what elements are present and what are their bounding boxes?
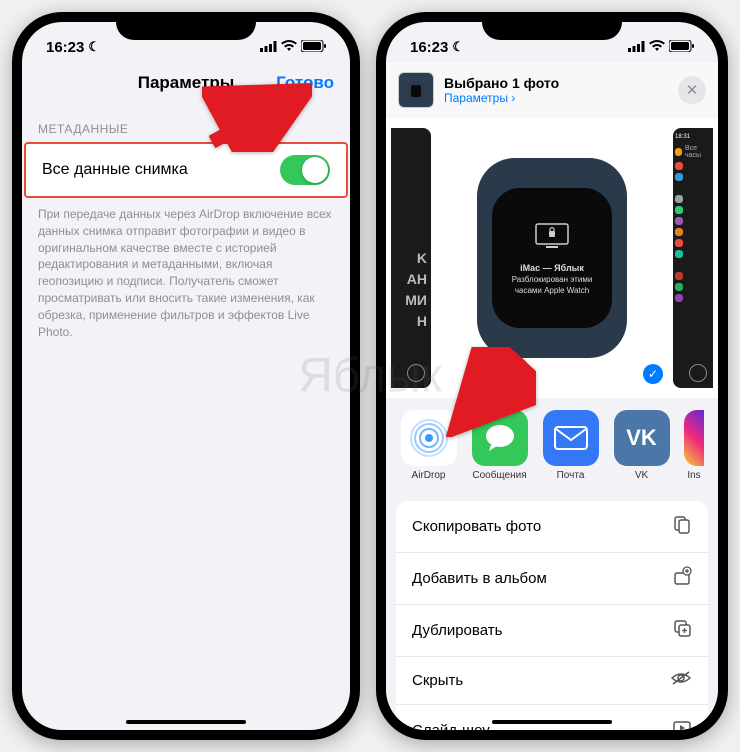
share-app-messages[interactable]: Сообщения bbox=[471, 410, 528, 481]
setting-description: При передаче данных через AirDrop включе… bbox=[22, 198, 350, 348]
share-app-vk[interactable]: VK VK bbox=[613, 410, 670, 481]
dnd-moon-icon: ☾ bbox=[452, 39, 464, 55]
app-label: Ins bbox=[687, 470, 700, 481]
lock-monitor-icon bbox=[534, 220, 570, 257]
home-indicator[interactable] bbox=[492, 720, 612, 724]
selection-circle-icon[interactable] bbox=[689, 364, 707, 382]
preview-item-next[interactable]: 18:31 Все часы bbox=[673, 128, 713, 388]
close-icon: ✕ bbox=[686, 81, 699, 99]
selection-circle-icon[interactable] bbox=[407, 364, 425, 382]
nav-bar: Параметры Готово bbox=[22, 62, 350, 104]
photo-preview-carousel[interactable]: K АН МИ Н iMac — Яблык Разблокирован эти… bbox=[386, 118, 718, 398]
status-time: 16:23 bbox=[46, 39, 84, 56]
instagram-icon bbox=[684, 410, 704, 466]
phone-frame-left: 16:23 ☾ Параметры Готово МЕТАДАННЫЕ Все bbox=[12, 12, 360, 740]
share-thumbnail bbox=[398, 72, 434, 108]
app-label: Сообщения bbox=[472, 470, 526, 481]
page-title: Параметры bbox=[138, 73, 235, 93]
action-label: Скрыть bbox=[412, 672, 463, 689]
dnd-moon-icon: ☾ bbox=[88, 39, 100, 55]
action-label: Скопировать фото bbox=[412, 518, 541, 535]
home-indicator[interactable] bbox=[126, 720, 246, 724]
watch-notification-text: Разблокирован этими часами Apple Watch bbox=[500, 275, 604, 296]
share-app-mail[interactable]: Почта bbox=[542, 410, 599, 481]
vk-icon: VK bbox=[614, 410, 670, 466]
action-slideshow[interactable]: Слайд-шоу bbox=[396, 705, 708, 730]
wifi-icon bbox=[649, 39, 665, 56]
app-label: AirDrop bbox=[412, 470, 446, 481]
share-header-title: Выбрано 1 фото bbox=[444, 75, 668, 91]
section-header-metadata: МЕТАДАННЫЕ bbox=[22, 104, 350, 142]
share-options-link[interactable]: Параметры › bbox=[444, 91, 668, 105]
eye-slash-icon bbox=[670, 670, 692, 691]
wifi-icon bbox=[281, 39, 297, 56]
preview-item-selected[interactable]: iMac — Яблык Разблокирован этими часами … bbox=[437, 128, 667, 388]
selected-check-icon[interactable]: ✓ bbox=[643, 364, 663, 384]
share-app-instagram[interactable]: Ins bbox=[684, 410, 704, 481]
action-label: Слайд-шоу bbox=[412, 722, 490, 730]
mail-icon bbox=[543, 410, 599, 466]
action-duplicate[interactable]: Дублировать bbox=[396, 605, 708, 657]
screen-left: 16:23 ☾ Параметры Готово МЕТАДАННЫЕ Все bbox=[22, 22, 350, 730]
copy-icon bbox=[672, 514, 692, 539]
add-album-icon bbox=[672, 566, 692, 591]
apple-watch-graphic: iMac — Яблык Разблокирован этими часами … bbox=[477, 158, 627, 358]
status-time: 16:23 bbox=[410, 39, 448, 56]
airdrop-icon bbox=[401, 410, 457, 466]
done-button[interactable]: Готово bbox=[276, 73, 334, 93]
app-label: VK bbox=[635, 470, 648, 481]
phone-frame-right: 16:23 ☾ Выбрано 1 фото Пара bbox=[376, 12, 728, 740]
preview-text-fragment: K АН МИ Н bbox=[405, 248, 427, 332]
share-actions-list: Скопировать фото Добавить в альбом Дубли… bbox=[396, 501, 708, 730]
share-sheet-header: Выбрано 1 фото Параметры › ✕ bbox=[386, 62, 718, 118]
messages-icon bbox=[472, 410, 528, 466]
battery-icon bbox=[301, 39, 326, 56]
action-copy-photo[interactable]: Скопировать фото bbox=[396, 501, 708, 553]
notch bbox=[116, 12, 256, 40]
action-hide[interactable]: Скрыть bbox=[396, 657, 708, 705]
app-label: Почта bbox=[557, 470, 585, 481]
play-icon bbox=[672, 718, 692, 730]
signal-icon bbox=[628, 39, 645, 56]
screen-right: 16:23 ☾ Выбрано 1 фото Пара bbox=[386, 22, 718, 730]
settings-list-fragment: 18:31 Все часы bbox=[673, 128, 713, 308]
close-button[interactable]: ✕ bbox=[678, 76, 706, 104]
signal-icon bbox=[260, 39, 277, 56]
notch bbox=[482, 12, 622, 40]
setting-row-all-photo-data[interactable]: Все данные снимка bbox=[24, 142, 348, 198]
battery-icon bbox=[669, 39, 694, 56]
share-app-row[interactable]: AirDrop Сообщения Почта VK VK Ins bbox=[386, 398, 718, 493]
watch-notification-title: iMac — Яблык bbox=[520, 263, 584, 273]
action-add-to-album[interactable]: Добавить в альбом bbox=[396, 553, 708, 605]
toggle-all-photo-data[interactable] bbox=[280, 155, 330, 185]
setting-label: Все данные снимка bbox=[42, 161, 188, 179]
share-app-airdrop[interactable]: AirDrop bbox=[400, 410, 457, 481]
action-label: Дублировать bbox=[412, 622, 502, 639]
preview-item-prev[interactable]: K АН МИ Н bbox=[391, 128, 431, 388]
action-label: Добавить в альбом bbox=[412, 570, 547, 587]
duplicate-icon bbox=[672, 618, 692, 643]
